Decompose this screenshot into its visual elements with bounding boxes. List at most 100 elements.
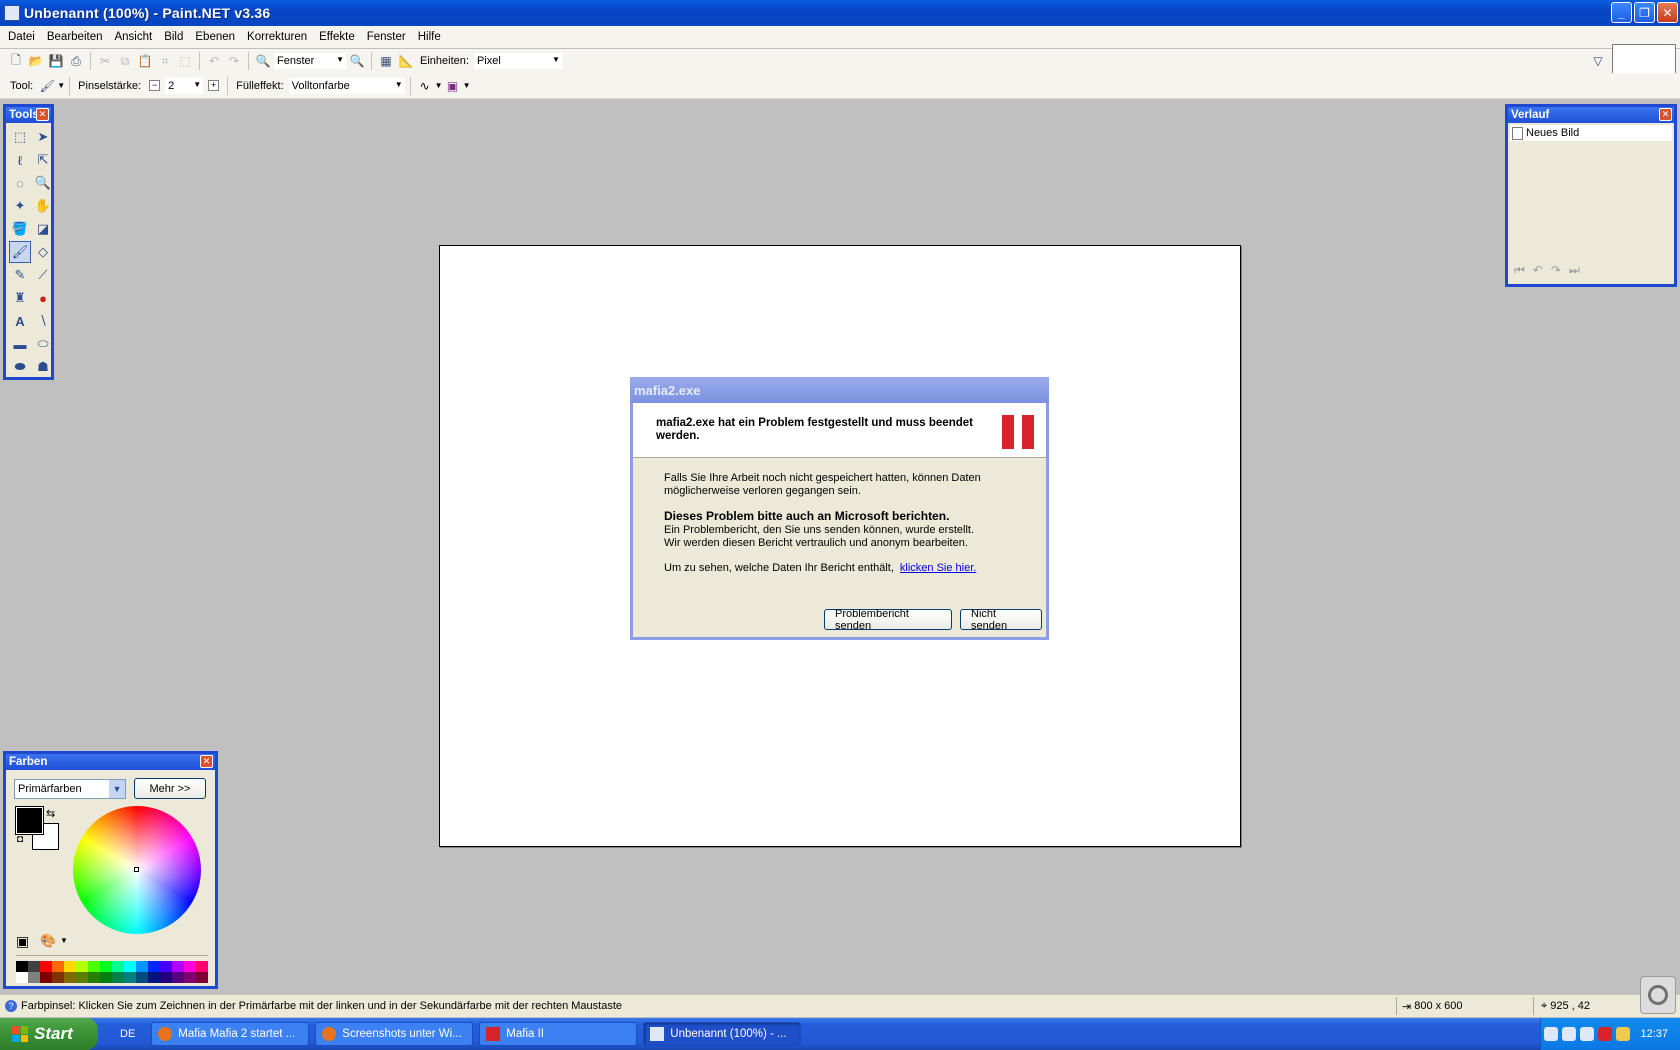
- line-curve-tool[interactable]: ∖: [32, 310, 54, 332]
- history-item[interactable]: Neues Bild: [1510, 125, 1672, 141]
- freeform-shape-tool[interactable]: ☗: [32, 356, 54, 378]
- decrease-width-button[interactable]: −: [149, 80, 161, 91]
- text-tool[interactable]: A: [9, 310, 31, 332]
- send-report-button[interactable]: Problembericht senden: [824, 608, 952, 632]
- report-details-link[interactable]: klicken Sie hier.: [900, 562, 976, 574]
- lasso-select-tool[interactable]: ℓ: [9, 149, 31, 171]
- security-tray-icon[interactable]: [1616, 1027, 1631, 1041]
- palette-swatch[interactable]: [16, 961, 28, 972]
- palette-swatch[interactable]: [88, 961, 100, 972]
- print-icon[interactable]: ⎙: [68, 53, 84, 69]
- undo-icon[interactable]: ↶: [1533, 263, 1543, 278]
- menu-effekte[interactable]: Effekte: [313, 31, 361, 43]
- move-selection-tool[interactable]: ⇱: [32, 149, 54, 171]
- chevron-down-icon[interactable]: ▼: [463, 81, 471, 90]
- tools-panel-title[interactable]: Tools ✕: [6, 107, 51, 123]
- paint-bucket-tool[interactable]: 🪣: [9, 218, 31, 240]
- zoom-combo[interactable]: Fenster ▼: [273, 52, 347, 70]
- pencil-tool[interactable]: ✎: [9, 264, 31, 286]
- paste-icon[interactable]: 📋: [137, 53, 153, 69]
- units-combo[interactable]: Pixel ▼: [472, 52, 563, 70]
- paintbrush-tool[interactable]: 🖌: [9, 241, 31, 263]
- menu-hilfe[interactable]: Hilfe: [412, 31, 447, 43]
- palette-swatch[interactable]: [196, 972, 208, 983]
- palette-swatch[interactable]: [52, 972, 64, 983]
- palette-swatch[interactable]: [52, 961, 64, 972]
- disc-icon[interactable]: [1640, 976, 1676, 1014]
- palette-swatch[interactable]: [100, 961, 112, 972]
- close-icon[interactable]: ✕: [200, 755, 213, 768]
- toolbar-options-icon[interactable]: ▽: [1590, 53, 1606, 69]
- recolor-tool[interactable]: ●: [32, 287, 54, 309]
- color-picker-tool[interactable]: ⟋: [32, 264, 54, 286]
- crop-icon[interactable]: ⌗: [157, 53, 173, 69]
- add-to-palette-icon[interactable]: ▣: [16, 933, 29, 950]
- colors-panel-title[interactable]: Farben ✕: [6, 754, 215, 770]
- chevron-down-icon[interactable]: ▼: [435, 81, 443, 90]
- rulers-icon[interactable]: 📐: [398, 53, 414, 69]
- palette-swatch[interactable]: [100, 972, 112, 983]
- taskbar-item-mafia-browser[interactable]: Mafia Mafia 2 startet ...: [151, 1022, 310, 1046]
- palette-swatch[interactable]: [136, 961, 148, 972]
- fast-forward-icon[interactable]: ⏭: [1569, 263, 1580, 278]
- palette-swatch[interactable]: [196, 961, 208, 972]
- palette-swatch[interactable]: [76, 972, 88, 983]
- close-icon[interactable]: ✕: [1659, 108, 1672, 121]
- start-button[interactable]: Start: [0, 1018, 98, 1050]
- palette-swatch[interactable]: [64, 972, 76, 983]
- palette-swatch[interactable]: [184, 972, 196, 983]
- copy-icon[interactable]: ⧉: [117, 53, 133, 69]
- brush-width-combo[interactable]: 2 ▼: [164, 76, 205, 95]
- taskbar-item-paintnet[interactable]: Unbenannt (100%) - ...: [643, 1022, 802, 1046]
- palette-swatch[interactable]: [40, 961, 52, 972]
- increase-width-button[interactable]: +: [208, 80, 220, 91]
- new-file-icon[interactable]: 🗋: [8, 53, 24, 69]
- paintnet-app-icon[interactable]: [4, 5, 20, 21]
- taskbar-item-screenshots-browser[interactable]: Screenshots unter Wi...: [315, 1022, 474, 1046]
- fill-combo[interactable]: Volltonfarbe ▼: [287, 76, 406, 95]
- eraser-tool[interactable]: ◇: [32, 241, 54, 263]
- palette-menu-icon[interactable]: 🎨: [40, 933, 56, 949]
- title-bar[interactable]: Unbenannt (100%) - Paint.NET v3.36 _ ❐ ✕: [0, 0, 1680, 26]
- palette-swatch[interactable]: [124, 972, 136, 983]
- palette-swatch[interactable]: [160, 961, 172, 972]
- steam-tray-icon[interactable]: [1562, 1027, 1577, 1041]
- pan-tool[interactable]: ✋: [32, 195, 54, 217]
- open-folder-icon[interactable]: 📂: [28, 53, 44, 69]
- taskbar-item-mafia2[interactable]: Mafia II: [479, 1022, 638, 1046]
- search-tray-icon[interactable]: [1580, 1027, 1595, 1041]
- reset-colors-icon[interactable]: ◘: [17, 834, 23, 845]
- restore-button[interactable]: ❐: [1634, 2, 1655, 23]
- blend-mode-icon[interactable]: ▣: [445, 78, 461, 94]
- menu-fenster[interactable]: Fenster: [361, 31, 412, 43]
- redo-icon[interactable]: ↷: [1551, 263, 1561, 278]
- palette-swatch[interactable]: [172, 972, 184, 983]
- menu-bearbeiten[interactable]: Bearbeiten: [41, 31, 109, 43]
- save-icon[interactable]: 💾: [48, 53, 64, 69]
- grid-icon[interactable]: ▦: [378, 53, 394, 69]
- clone-stamp-tool[interactable]: ♜: [9, 287, 31, 309]
- color-wheel[interactable]: [73, 806, 201, 934]
- palette-swatch[interactable]: [160, 972, 172, 983]
- palette-swatch[interactable]: [112, 961, 124, 972]
- minimize-button[interactable]: _: [1611, 2, 1632, 23]
- chevron-down-icon[interactable]: ▼: [57, 81, 65, 90]
- language-indicator[interactable]: DE: [120, 1028, 135, 1040]
- menu-datei[interactable]: Datei: [2, 31, 41, 43]
- menu-ansicht[interactable]: Ansicht: [108, 31, 158, 43]
- deselect-icon[interactable]: ⬚: [177, 53, 193, 69]
- tray-expand-icon[interactable]: [1544, 1027, 1559, 1041]
- magic-wand-tool[interactable]: ✦: [9, 195, 31, 217]
- palette-swatch[interactable]: [64, 961, 76, 972]
- menu-korrekturen[interactable]: Korrekturen: [241, 31, 313, 43]
- clock[interactable]: 12:37: [1640, 1028, 1668, 1040]
- redo-icon[interactable]: ↷: [226, 53, 242, 69]
- palette-swatch[interactable]: [124, 961, 136, 972]
- palette-swatch[interactable]: [112, 972, 124, 983]
- close-icon[interactable]: ✕: [36, 108, 49, 121]
- antivirus-tray-icon[interactable]: [1598, 1027, 1613, 1041]
- primary-color-swatch[interactable]: [15, 806, 44, 835]
- menu-bild[interactable]: Bild: [158, 31, 189, 43]
- rectangle-select-tool[interactable]: ⬚: [9, 126, 31, 148]
- antialias-curve-icon[interactable]: ∿: [417, 78, 433, 94]
